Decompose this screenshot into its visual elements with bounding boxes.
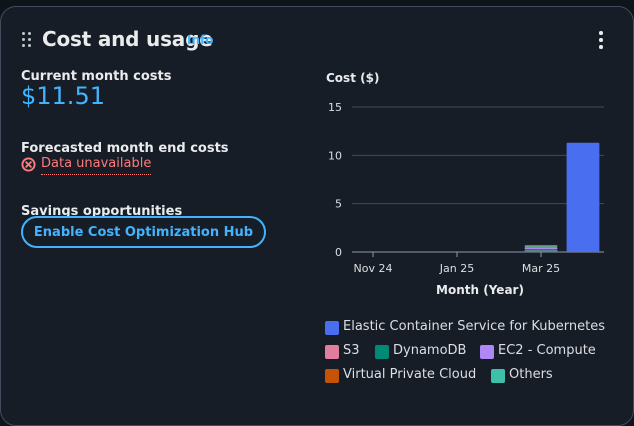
legend-swatch xyxy=(325,321,339,335)
legend-label: Virtual Private Cloud xyxy=(343,367,477,382)
legend-label: EC2 - Compute xyxy=(498,343,596,358)
more-actions-icon[interactable] xyxy=(593,29,609,51)
data-unavailable-text[interactable]: Data unavailable xyxy=(41,156,152,175)
bar-segment xyxy=(524,245,558,247)
legend-label: Others xyxy=(509,367,553,382)
legend-label: S3 xyxy=(343,343,360,358)
bar-segment xyxy=(566,142,600,252)
cost-chart-svg: Cost ($) 0 5 10 15 Nov 24 Jan 25 Mar 25 Month (Y… xyxy=(326,71,604,297)
x-tick-label: Nov 24 xyxy=(354,262,393,275)
y-tick-label: 5 xyxy=(335,198,342,211)
x-tick-label: Mar 25 xyxy=(522,262,560,275)
bar-segment xyxy=(524,247,558,250)
y-tick-label: 0 xyxy=(335,246,342,259)
legend-label: Elastic Container Service for Kubernetes xyxy=(343,319,605,334)
legend-swatch xyxy=(480,345,494,359)
legend-label: DynamoDB xyxy=(393,343,467,358)
legend-swatch xyxy=(375,345,389,359)
current-month-value: $11.51 xyxy=(21,82,105,110)
error-icon xyxy=(21,157,36,172)
widget-header: Cost and usage Info xyxy=(21,27,615,59)
x-axis-label: Month (Year) xyxy=(436,283,524,297)
y-tick-label: 15 xyxy=(328,101,342,114)
legend-swatch xyxy=(491,369,505,383)
cost-chart: Cost ($) 0 5 10 15 Nov 24 Jan 25 Mar 25 Month (Y… xyxy=(318,62,618,312)
info-link[interactable]: Info xyxy=(187,33,213,47)
legend-swatch xyxy=(325,345,339,359)
x-tick-label: Jan 25 xyxy=(439,262,474,275)
legend-swatch xyxy=(325,369,339,383)
drag-handle-icon[interactable] xyxy=(21,31,33,51)
bar-segment xyxy=(524,249,558,251)
forecast-label: Forecasted month end costs xyxy=(21,141,229,156)
enable-cost-optimization-hub-button[interactable]: Enable Cost Optimization Hub xyxy=(21,216,266,248)
chart-title: Cost ($) xyxy=(326,71,379,85)
y-tick-label: 10 xyxy=(328,149,342,162)
